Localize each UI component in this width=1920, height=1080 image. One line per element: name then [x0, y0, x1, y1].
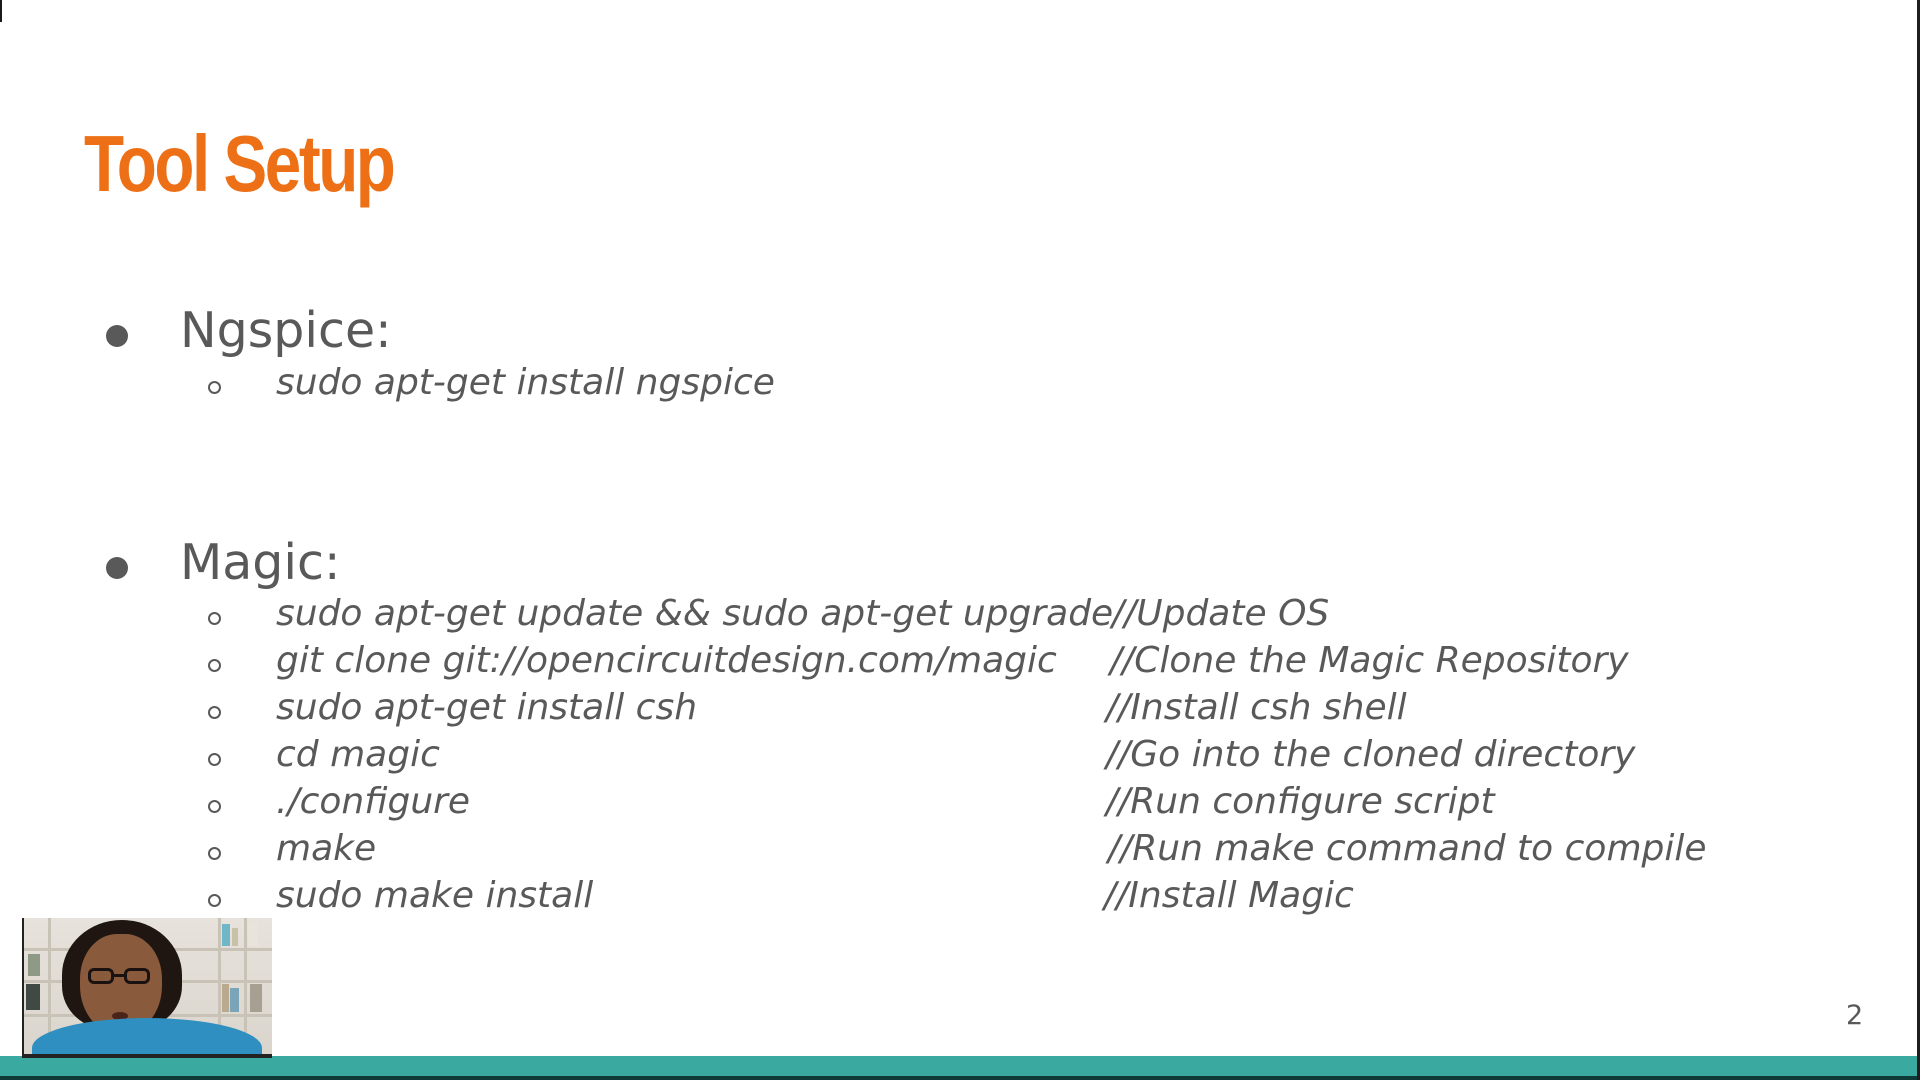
glasses-bridge	[113, 974, 125, 977]
sub-bullet-icon	[208, 706, 221, 719]
book	[232, 928, 238, 946]
command-comment: //Update OS	[1112, 593, 1330, 634]
sub-bullet-icon	[208, 847, 221, 860]
sub-bullet-icon	[208, 800, 221, 813]
command-text: sudo apt-get install ngspice	[276, 362, 775, 403]
footer-strip	[0, 1076, 1917, 1080]
command-comment: //Run configure script	[1106, 781, 1495, 822]
book	[222, 924, 230, 946]
sub-bullet-icon	[208, 894, 221, 907]
bullet-icon	[106, 325, 128, 347]
command-text: sudo apt-get update && sudo apt-get upgr…	[276, 593, 1114, 634]
book	[230, 988, 239, 1012]
command-comment: //Install Magic	[1104, 875, 1354, 916]
book	[26, 984, 40, 1010]
book	[28, 954, 40, 976]
sub-bullet-icon	[208, 659, 221, 672]
webcam-video[interactable]	[22, 918, 272, 1058]
cursor-mark	[0, 0, 2, 22]
webcam-border	[22, 918, 24, 1058]
slide-title: Tool Setup	[84, 119, 396, 208]
command-comment: //Go into the cloned directory	[1106, 734, 1636, 775]
book	[250, 984, 262, 1012]
command-comment: //Clone the Magic Repository	[1110, 640, 1629, 681]
command-text: cd magic	[276, 734, 440, 775]
sub-bullet-icon	[208, 381, 221, 394]
presentation-slide: Tool Setup Ngspice: sudo apt-get install…	[0, 0, 1920, 1080]
command-text: git clone git://opencircuitdesign.com/ma…	[276, 640, 1057, 681]
book	[222, 984, 229, 1012]
command-comment: //Install csh shell	[1106, 687, 1407, 728]
command-text: make	[276, 828, 377, 869]
command-text: sudo make install	[276, 875, 594, 916]
book	[248, 922, 258, 946]
sub-bullet-icon	[208, 612, 221, 625]
glasses-icon	[124, 968, 150, 984]
command-text: sudo apt-get install csh	[276, 687, 698, 728]
webcam-border	[22, 1054, 272, 1058]
section-heading-ngspice: Ngspice:	[180, 302, 392, 359]
sub-bullet-icon	[208, 753, 221, 766]
command-text: ./configure	[276, 781, 471, 822]
glasses-icon	[88, 968, 114, 984]
section-heading-magic: Magic:	[180, 534, 341, 591]
command-comment: //Run make command to compile	[1108, 828, 1707, 869]
page-number: 2	[1846, 1000, 1864, 1031]
bullet-icon	[106, 557, 128, 579]
